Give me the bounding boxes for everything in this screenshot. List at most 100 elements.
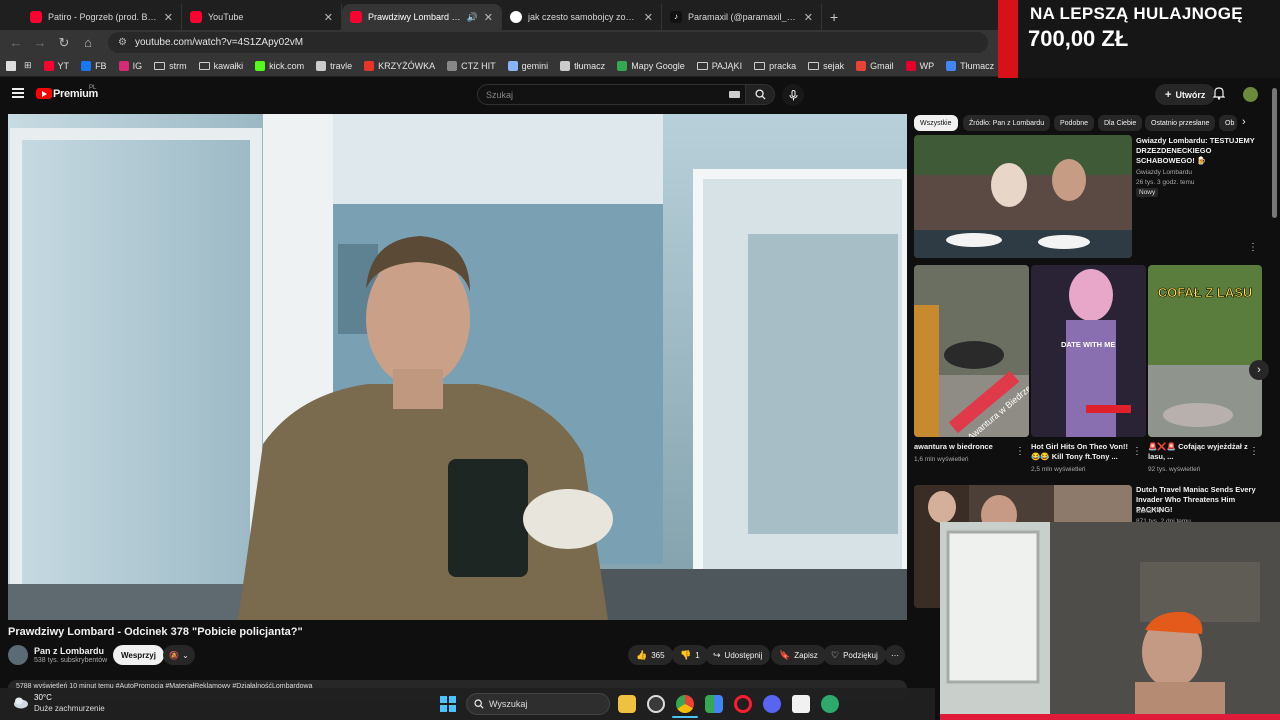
bookmark-item[interactable]: YT: [43, 60, 69, 71]
thanks-label: Podziękuj: [843, 650, 878, 660]
browser-tab-active[interactable]: Prawdziwy Lombard - Odci 🔊 ✕: [342, 4, 502, 30]
bookmark-item[interactable]: kick.com: [255, 60, 304, 71]
notification-settings-button[interactable]: 🔕 ⌄: [163, 645, 195, 665]
more-actions-button[interactable]: ⋯: [885, 645, 905, 665]
globe-app-icon[interactable]: [821, 695, 839, 713]
forward-icon[interactable]: →: [28, 35, 52, 50]
rec-channel[interactable]: Gwiazdy Lombardu: [1136, 168, 1192, 177]
page-scrollbar[interactable]: [1272, 88, 1277, 218]
windows-start-icon[interactable]: [440, 696, 456, 712]
close-tab-icon[interactable]: ✕: [484, 11, 493, 24]
chip-all[interactable]: Wszystkie: [914, 115, 958, 131]
bookmark-item[interactable]: sejak: [808, 61, 844, 71]
bookmark-item[interactable]: PAJĄKI: [696, 61, 742, 71]
short-title[interactable]: Hot Girl Hits On Theo Von!! 😂😂 Kill Tony…: [1031, 442, 1131, 462]
bookmark-item[interactable]: pracka: [754, 61, 796, 71]
bookmark-item[interactable]: IG: [118, 60, 143, 71]
channel-avatar[interactable]: [8, 645, 28, 665]
bookmark-item[interactable]: Gmail: [856, 60, 894, 71]
browser-tab[interactable]: YouTube ✕: [182, 4, 342, 30]
bookmark-item[interactable]: WP: [905, 60, 935, 71]
capcut-icon[interactable]: [792, 695, 810, 713]
rec-channel[interactable]: SaharTV: [1136, 507, 1162, 516]
weather-temperature[interactable]: 30°C: [34, 693, 52, 702]
close-tab-icon[interactable]: ✕: [324, 11, 333, 24]
more-vertical-icon[interactable]: ⋮: [1015, 446, 1025, 457]
rec-title[interactable]: Gwiazdy Lombardu: TESTUJEMY DRZEZDENECKI…: [1136, 136, 1260, 166]
close-tab-icon[interactable]: ✕: [644, 11, 653, 24]
short-thumbnail[interactable]: DATE WITH ME: [1031, 265, 1146, 437]
browser-tab[interactable]: ♪ Paramaxil (@paramaxil_) | TikTok ✕: [662, 4, 822, 30]
search-input[interactable]: Szukaj: [477, 84, 747, 105]
save-button[interactable]: 🔖 Zapisz: [771, 645, 826, 665]
chip-more[interactable]: Ob: [1219, 115, 1237, 131]
support-button[interactable]: Wesprzyj: [113, 645, 164, 665]
close-tab-icon[interactable]: ✕: [804, 11, 813, 24]
google-drive-icon[interactable]: [705, 695, 723, 713]
bookmark-item[interactable]: KRZYŻÓWKA: [364, 60, 435, 71]
taskbar-search-label: Wyszukaj: [489, 699, 528, 709]
notifications-bell-icon[interactable]: [1213, 86, 1225, 100]
weather-description[interactable]: Duże zachmurzenie: [34, 704, 105, 713]
more-vertical-icon[interactable]: ⋮: [1249, 446, 1259, 457]
thanks-button[interactable]: ♡ Podziękuj: [823, 645, 886, 665]
active-app-indicator: [672, 716, 698, 718]
bookmark-label: IG: [132, 60, 143, 71]
bookmark-item[interactable]: strm: [154, 61, 187, 71]
reload-icon[interactable]: ↻: [52, 35, 76, 51]
opera-icon[interactable]: [734, 695, 752, 713]
bookmark-item[interactable]: tłumacz: [560, 60, 605, 71]
more-vertical-icon[interactable]: ⋮: [1248, 242, 1258, 253]
bookmark-item[interactable]: kawałki: [198, 61, 243, 71]
close-tab-icon[interactable]: ✕: [164, 11, 173, 24]
bookmark-item[interactable]: gemini: [507, 60, 548, 71]
keyboard-icon[interactable]: [729, 91, 740, 98]
chrome-icon[interactable]: [676, 695, 694, 713]
browser-tab[interactable]: jak czesto samobojcy zostawiaj ✕: [502, 4, 662, 30]
bookmark-item[interactable]: FB: [81, 60, 107, 71]
like-button[interactable]: 👍 365: [628, 645, 673, 665]
short-title[interactable]: 🚨❌🚨 Cofając wyjeżdżał z lasu, ...: [1148, 442, 1248, 462]
short-title[interactable]: awantura w biedronce: [914, 442, 1010, 452]
speaker-icon[interactable]: 🔊: [467, 12, 478, 23]
taskbar-search[interactable]: Wyszukaj: [466, 693, 610, 715]
rec-thumbnail[interactable]: [914, 135, 1132, 258]
back-icon[interactable]: ←: [4, 35, 28, 50]
chevron-right-icon[interactable]: ›: [1242, 116, 1246, 128]
address-bar[interactable]: ⚙ youtube.com/watch?v=4S1ZApy02vM: [108, 32, 988, 53]
create-button[interactable]: + Utwórz: [1155, 84, 1216, 105]
grid-icon[interactable]: ⊞: [24, 60, 32, 71]
discord-icon[interactable]: [763, 695, 781, 713]
account-avatar[interactable]: [1243, 87, 1258, 102]
create-label: Utwórz: [1175, 89, 1206, 100]
browser-tab[interactable]: Patiro - Pogrzeb (prod. Bero) - Y ✕: [22, 4, 182, 30]
chip-recent[interactable]: Ostatnio przesłane: [1145, 115, 1216, 131]
new-tab-button[interactable]: +: [822, 4, 846, 30]
bookmark-item[interactable]: travle: [316, 60, 352, 71]
weather-cloud-icon[interactable]: [12, 693, 30, 711]
video-player[interactable]: [8, 114, 907, 620]
site-info-icon[interactable]: ⚙: [118, 37, 127, 48]
home-icon[interactable]: ⌂: [76, 35, 100, 50]
channel-name[interactable]: Pan z Lombardu: [34, 646, 104, 656]
apps-icon[interactable]: [6, 60, 16, 71]
search-button[interactable]: [745, 84, 775, 105]
chip-related[interactable]: Podobne: [1054, 115, 1095, 131]
recording-app-icon[interactable]: [647, 695, 665, 713]
short-thumbnail[interactable]: Awantura w Biedrze: [914, 265, 1029, 437]
short-thumbnail[interactable]: COFAŁ Z LASU: [1148, 265, 1262, 437]
youtube-logo-icon[interactable]: [36, 88, 52, 99]
dislike-button[interactable]: 👎 1: [672, 645, 708, 665]
bookmark-item[interactable]: Tłumacz: [946, 60, 994, 71]
file-explorer-icon[interactable]: [618, 695, 636, 713]
bookmark-label: WP: [919, 60, 935, 71]
bookmark-item[interactable]: CTZ HIT: [447, 60, 496, 71]
chip-for-you[interactable]: Dla Ciebie: [1098, 115, 1143, 131]
voice-search-button[interactable]: [782, 84, 804, 106]
hamburger-menu-icon[interactable]: [12, 88, 24, 98]
share-button[interactable]: ↪ Udostępnij: [705, 645, 771, 665]
chip-source[interactable]: Źródło: Pan z Lombardu: [963, 115, 1051, 131]
more-vertical-icon[interactable]: ⋮: [1132, 446, 1142, 457]
shorts-next-button[interactable]: ›: [1249, 360, 1269, 380]
bookmark-item[interactable]: Mapy Google: [617, 60, 685, 71]
